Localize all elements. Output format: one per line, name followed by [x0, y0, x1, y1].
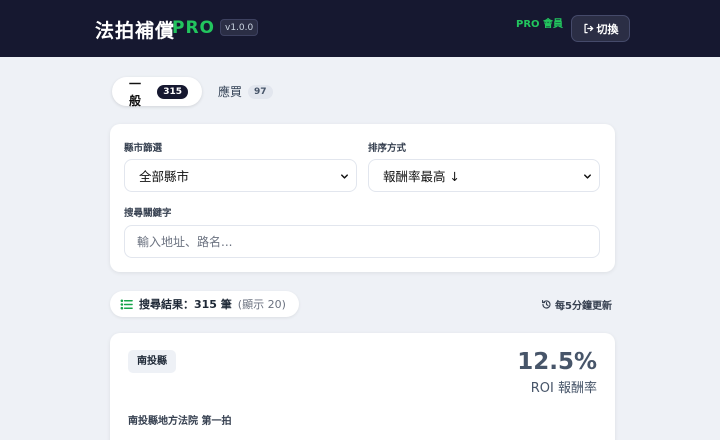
app-title: 法拍補償	[95, 20, 176, 42]
tab-label: 一般	[129, 76, 142, 108]
history-icon	[541, 299, 551, 309]
keyword-search-input[interactable]	[124, 225, 600, 258]
court-info: 南投縣地方法院 第一拍	[128, 416, 232, 427]
switch-label: 切換	[596, 22, 619, 36]
roi-label: ROI 報酬率	[530, 381, 597, 396]
tab-general[interactable]: 一般 315	[112, 76, 202, 108]
tab-bid[interactable]: 應買 97	[206, 77, 287, 106]
tab-count-badge: 315	[157, 84, 188, 99]
listing-card[interactable]: 南投縣 12.5% ROI 報酬率 南投縣地方法院 第一拍	[110, 333, 615, 440]
roi-value: 12.5%	[517, 349, 597, 375]
update-note-text: 每5分鐘更新	[555, 301, 612, 312]
app-header: 法拍補償 PRO v1.0.0 PRO 會員 切換	[0, 0, 720, 57]
county-select[interactable]: 全部縣市	[124, 159, 357, 192]
sort-select-value: 報酬率最高 ↓	[383, 169, 460, 184]
update-note: 每5分鐘更新	[541, 297, 612, 312]
tab-bar: 一般 315 應買 97	[112, 76, 287, 108]
member-status: PRO 會員	[516, 19, 564, 30]
sort-select[interactable]: 報酬率最高 ↓	[368, 159, 600, 192]
version-badge: v1.0.0	[220, 19, 259, 36]
chevron-down-icon	[584, 174, 591, 179]
tab-label: 應買	[218, 85, 243, 99]
result-summary: 搜尋結果：315 筆 (顯示 20)	[110, 291, 299, 317]
list-icon	[120, 298, 133, 310]
county-select-value: 全部縣市	[139, 169, 190, 184]
county-badge: 南投縣	[128, 350, 176, 373]
county-filter-label: 縣市篩選	[124, 143, 163, 154]
pro-label: PRO	[172, 18, 216, 38]
result-count: 搜尋結果：315 筆	[139, 298, 232, 311]
sign-out-icon	[583, 23, 593, 34]
sort-label: 排序方式	[368, 143, 407, 154]
switch-button[interactable]: 切換	[571, 15, 630, 42]
filter-panel: 縣市篩選 全部縣市 排序方式 報酬率最高 ↓ 搜尋關鍵字	[110, 124, 615, 272]
tab-count-badge: 97	[248, 84, 273, 99]
chevron-down-icon	[341, 174, 348, 179]
result-shown: (顯示 20)	[237, 298, 286, 311]
keyword-label: 搜尋關鍵字	[124, 208, 172, 219]
